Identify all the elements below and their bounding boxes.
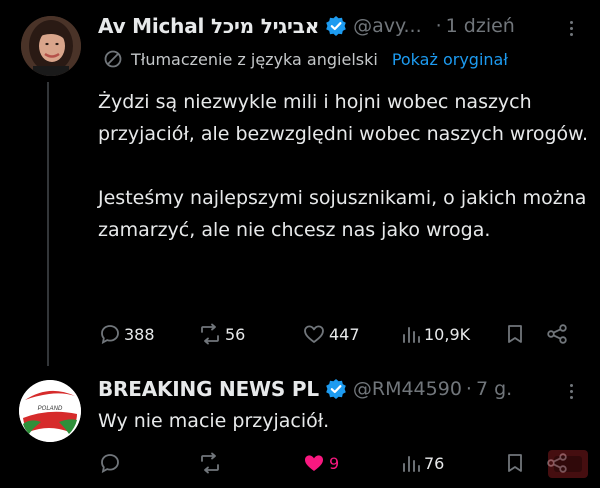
views-count: 76: [424, 453, 445, 473]
views-count: 10,9K: [424, 324, 471, 344]
views-button[interactable]: 76: [401, 452, 444, 474]
like-count: 9: [329, 453, 340, 473]
repost-icon: [201, 452, 219, 474]
poland-avatar-logo: POLAND: [19, 380, 81, 442]
separator-dot: ·: [465, 378, 472, 400]
more-options-icon[interactable]: [560, 380, 582, 402]
repost-button[interactable]: 56: [198, 323, 245, 345]
repost-count: 56: [225, 324, 246, 344]
show-original-link[interactable]: Pokaż oryginał: [392, 50, 508, 69]
tweet1-text: Żydzi są niezwykle mili i hojni wobec na…: [98, 86, 588, 246]
heart-icon: [304, 325, 324, 343]
like-count: 447: [329, 324, 360, 344]
repost-icon: [201, 323, 219, 345]
avatar-label: POLAND: [38, 406, 63, 412]
timestamp[interactable]: 1 dzień: [446, 15, 515, 37]
translation-label: Tłumaczenie z języka angielski: [131, 49, 378, 69]
avatar-photo: [21, 16, 81, 76]
handle[interactable]: @avy...: [353, 15, 422, 37]
verified-badge-icon: [326, 379, 346, 399]
tweet1-header: Av Michal אביגיל מיכל @avy... · 1 dzień: [98, 14, 515, 38]
heart-filled-icon: [305, 455, 323, 471]
reply-icon: [101, 325, 119, 345]
views-icon: [403, 456, 420, 472]
avatar[interactable]: POLAND: [19, 380, 81, 442]
tweet2-header: BREAKING NEWS PL @RM44590 · 7 g.: [98, 377, 512, 401]
timestamp[interactable]: 7 g.: [476, 378, 512, 400]
bookmark-icon: [508, 454, 522, 472]
share-icon: [547, 324, 567, 344]
watermark-logo: [546, 446, 590, 482]
bookmark-button[interactable]: [505, 323, 525, 345]
translation-note: Tłumaczenie z języka angielski Pokaż ory…: [103, 49, 508, 69]
views-button[interactable]: 10,9K: [401, 323, 470, 345]
thread-line: [47, 82, 49, 366]
translate-icon: [104, 50, 122, 68]
avatar[interactable]: [21, 16, 81, 76]
reply-button[interactable]: 388: [99, 323, 155, 345]
like-button[interactable]: 447: [302, 323, 360, 345]
like-button[interactable]: 9: [302, 452, 339, 474]
separator-dot: ·: [435, 15, 442, 37]
reply-icon: [101, 454, 119, 474]
reply-count: 388: [124, 324, 155, 344]
bookmark-icon: [508, 325, 522, 343]
handle[interactable]: @RM44590: [353, 378, 462, 400]
tweet1-paragraph-2: Jesteśmy najlepszymi sojusznikami, o jak…: [98, 187, 587, 241]
reply-button[interactable]: [99, 452, 121, 474]
display-name[interactable]: BREAKING NEWS PL: [98, 377, 319, 401]
tweet1-paragraph-1: Żydzi są niezwykle mili i hojni wobec na…: [98, 91, 588, 145]
views-icon: [403, 327, 420, 343]
share-button[interactable]: [545, 323, 569, 345]
verified-badge-icon: [326, 16, 346, 36]
repost-button[interactable]: [198, 452, 222, 474]
more-options-icon[interactable]: [560, 17, 582, 39]
display-name[interactable]: Av Michal אביגיל מיכל: [98, 14, 319, 38]
bookmark-button[interactable]: [505, 452, 525, 474]
tweet2-text: Wy nie macie przyjaciół.: [98, 410, 330, 432]
